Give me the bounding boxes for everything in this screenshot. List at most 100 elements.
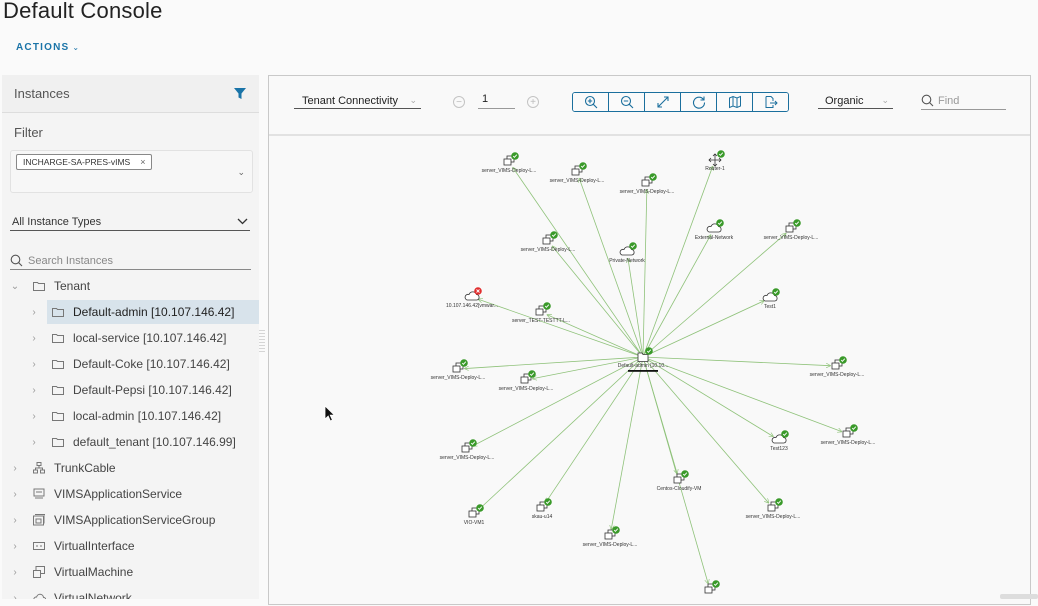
chevron-right-icon[interactable]: › (10, 463, 20, 474)
graph-node-vm[interactable]: server_VIMS-Deploy-L... (440, 439, 495, 461)
tree-item[interactable]: › Default-Coke [10.107.146.42] (2, 351, 259, 377)
graph-node-vm[interactable]: VIO-VM1 (464, 504, 485, 526)
graph-edge[interactable] (465, 356, 644, 369)
view-select[interactable]: Tenant Connectivity ⌄ (294, 93, 421, 109)
tree-item[interactable]: › VirtualMachine (2, 559, 259, 585)
zoom-in-button[interactable] (573, 93, 609, 111)
instance-type-value: All Instance Types (12, 215, 102, 228)
hops-input[interactable]: 1 (478, 93, 515, 109)
tree-item[interactable]: › TrunkCable (2, 455, 259, 481)
graph-node-cloud[interactable]: 10.107.146.42[vmwar... (446, 287, 498, 309)
graph-node-cloud[interactable]: Test1 (762, 288, 780, 310)
tree-item[interactable]: › VIMSApplicationServiceGroup (2, 507, 259, 533)
topology-graph[interactable]: server_VIMS-Deploy-L... server_VIMS-Deplo… (269, 136, 1031, 606)
chevron-right-icon[interactable]: › (29, 411, 39, 422)
chevron-right-icon[interactable]: › (29, 307, 39, 318)
graph-node-label: server_VIMS-Deploy-L... (550, 178, 605, 184)
tree-item[interactable]: › VirtualInterface (2, 533, 259, 559)
graph-edge[interactable] (473, 356, 644, 446)
topology-canvas[interactable]: server_VIMS-Deploy-L... server_VIMS-Deplo… (269, 136, 1030, 604)
graph-edge[interactable] (642, 301, 764, 358)
increment-hops-button[interactable]: + (527, 96, 539, 108)
graph-node-vm[interactable]: server_VIMS-Deploy-L... (521, 231, 576, 253)
graph-edge[interactable] (642, 356, 830, 366)
graph-edge[interactable] (642, 235, 711, 358)
graph-node-vm[interactable]: skau-u14 (532, 498, 553, 520)
search-instances-input[interactable]: Search Instances (10, 252, 251, 270)
graph-edge[interactable] (642, 356, 841, 432)
graph-node-vm[interactable]: server_VIMS-Deploy-L... (550, 162, 605, 184)
chevron-right-icon[interactable]: › (10, 515, 20, 526)
layout-select[interactable]: Organic ⌄ (818, 93, 893, 109)
graph-node-vm[interactable]: server_VIMS-Deploy-L... (746, 498, 801, 520)
instances-title: Instances (14, 86, 70, 101)
tree-item[interactable]: › VirtualNetwork (2, 585, 259, 599)
chevron-down-icon[interactable]: ⌄ (10, 281, 20, 292)
graph-node-vm[interactable]: server_VIMS-Deploy-L... (620, 173, 675, 195)
graph-edge[interactable] (642, 356, 768, 503)
chevron-down-icon[interactable]: ⌄ (237, 167, 245, 178)
graph-node-vm[interactable]: server_TEST-TESTTT-L... (512, 302, 570, 324)
graph-node-vm[interactable]: server_VIMS-Deploy-L... (821, 424, 876, 446)
folder-icon (51, 306, 65, 318)
fit-to-screen-button[interactable] (645, 93, 681, 111)
graph-node-cloud[interactable]: External-Network (695, 219, 734, 241)
graph-edge[interactable] (628, 259, 644, 358)
filter-tag-label: INCHARGE-SA-PRES-vIMS (23, 157, 131, 167)
sidebar-resize-handle[interactable] (259, 330, 265, 354)
graph-edge[interactable] (642, 167, 713, 358)
instances-header: Instances (2, 75, 259, 113)
tree-item[interactable]: › local-service [10.107.146.42] (2, 325, 259, 351)
graph-node-vm[interactable]: server_VIMS-Deploy-L... (499, 370, 554, 392)
graph-node-vm[interactable]: Centos-Cloudify-VM (657, 470, 702, 492)
graph-node-router[interactable]: Router-1 (705, 150, 725, 172)
tree-item-label: local-admin [10.107.146.42] (73, 409, 222, 423)
chevron-right-icon[interactable]: › (10, 489, 20, 500)
graph-edge[interactable] (579, 179, 644, 358)
remove-tag-icon[interactable]: × (140, 157, 145, 167)
graph-node-vm[interactable] (704, 580, 720, 594)
tree-item[interactable]: › local-admin [10.107.146.42] (2, 403, 259, 429)
instance-type-select[interactable]: All Instance Types (10, 213, 250, 231)
filter-tag-input[interactable]: INCHARGE-SA-PRES-vIMS × ⌄ (10, 150, 253, 193)
map-button[interactable] (717, 93, 753, 111)
refresh-button[interactable] (681, 93, 717, 111)
graph-node-cloud[interactable]: Private-Network (609, 242, 645, 264)
topology-panel: Tenant Connectivity ⌄ − 1 + Organic ⌄ Fi… (268, 75, 1031, 605)
tree-item-label: VirtualMachine (54, 565, 134, 579)
chevron-right-icon[interactable]: › (29, 359, 39, 370)
graph-node-vm[interactable]: server_VIMS-Deploy-L... (810, 356, 865, 378)
chevron-right-icon[interactable]: › (10, 593, 20, 600)
graph-node-vm[interactable]: server_VIMS-Deploy-L... (583, 526, 638, 548)
filter-icon[interactable] (233, 87, 247, 100)
graph-edge[interactable] (611, 356, 644, 529)
graph-node-vm[interactable]: server_VIMS-Deploy-L... (764, 219, 819, 241)
actions-menu-button[interactable]: ACTIONS ⌄ (16, 42, 80, 53)
tree-item[interactable]: › VIMSApplicationService (2, 481, 259, 507)
graph-node-vm[interactable]: server_VIMS-Deploy-L... (482, 152, 537, 174)
chevron-right-icon[interactable]: › (29, 437, 39, 448)
chevron-right-icon[interactable]: › (29, 333, 39, 344)
chevron-right-icon[interactable]: › (10, 567, 20, 578)
graph-edge[interactable] (546, 356, 644, 502)
tree-item[interactable]: ⌄ Tenant (2, 273, 259, 299)
chevron-right-icon[interactable]: › (29, 385, 39, 396)
find-input[interactable]: Find (921, 92, 1006, 110)
graph-controls (572, 92, 789, 112)
graph-node-cloud[interactable]: Test123 (770, 430, 789, 452)
service-group-icon (32, 514, 46, 526)
graph-node-vm[interactable]: server_VIMS-Deploy-L... (431, 359, 486, 381)
tree-item[interactable]: › Default-Pepsi [10.107.146.42] (2, 377, 259, 403)
graph-edge[interactable] (642, 190, 647, 358)
tree-item[interactable]: › Default-admin [10.107.146.42] (2, 299, 259, 325)
export-button[interactable] (753, 93, 788, 111)
tree-item-label: Default-admin [10.107.146.42] (73, 305, 235, 319)
chevron-right-icon[interactable]: › (10, 541, 20, 552)
tree-item[interactable]: › default_tenant [10.107.146.99] (2, 429, 259, 455)
zoom-out-button[interactable] (609, 93, 645, 111)
graph-edge[interactable] (479, 299, 644, 358)
graph-edge[interactable] (479, 356, 644, 509)
horizontal-scrollbar[interactable] (1000, 594, 1038, 599)
decrement-hops-button[interactable]: − (453, 96, 465, 108)
tree-item-label: VIMSApplicationServiceGroup (54, 513, 216, 527)
